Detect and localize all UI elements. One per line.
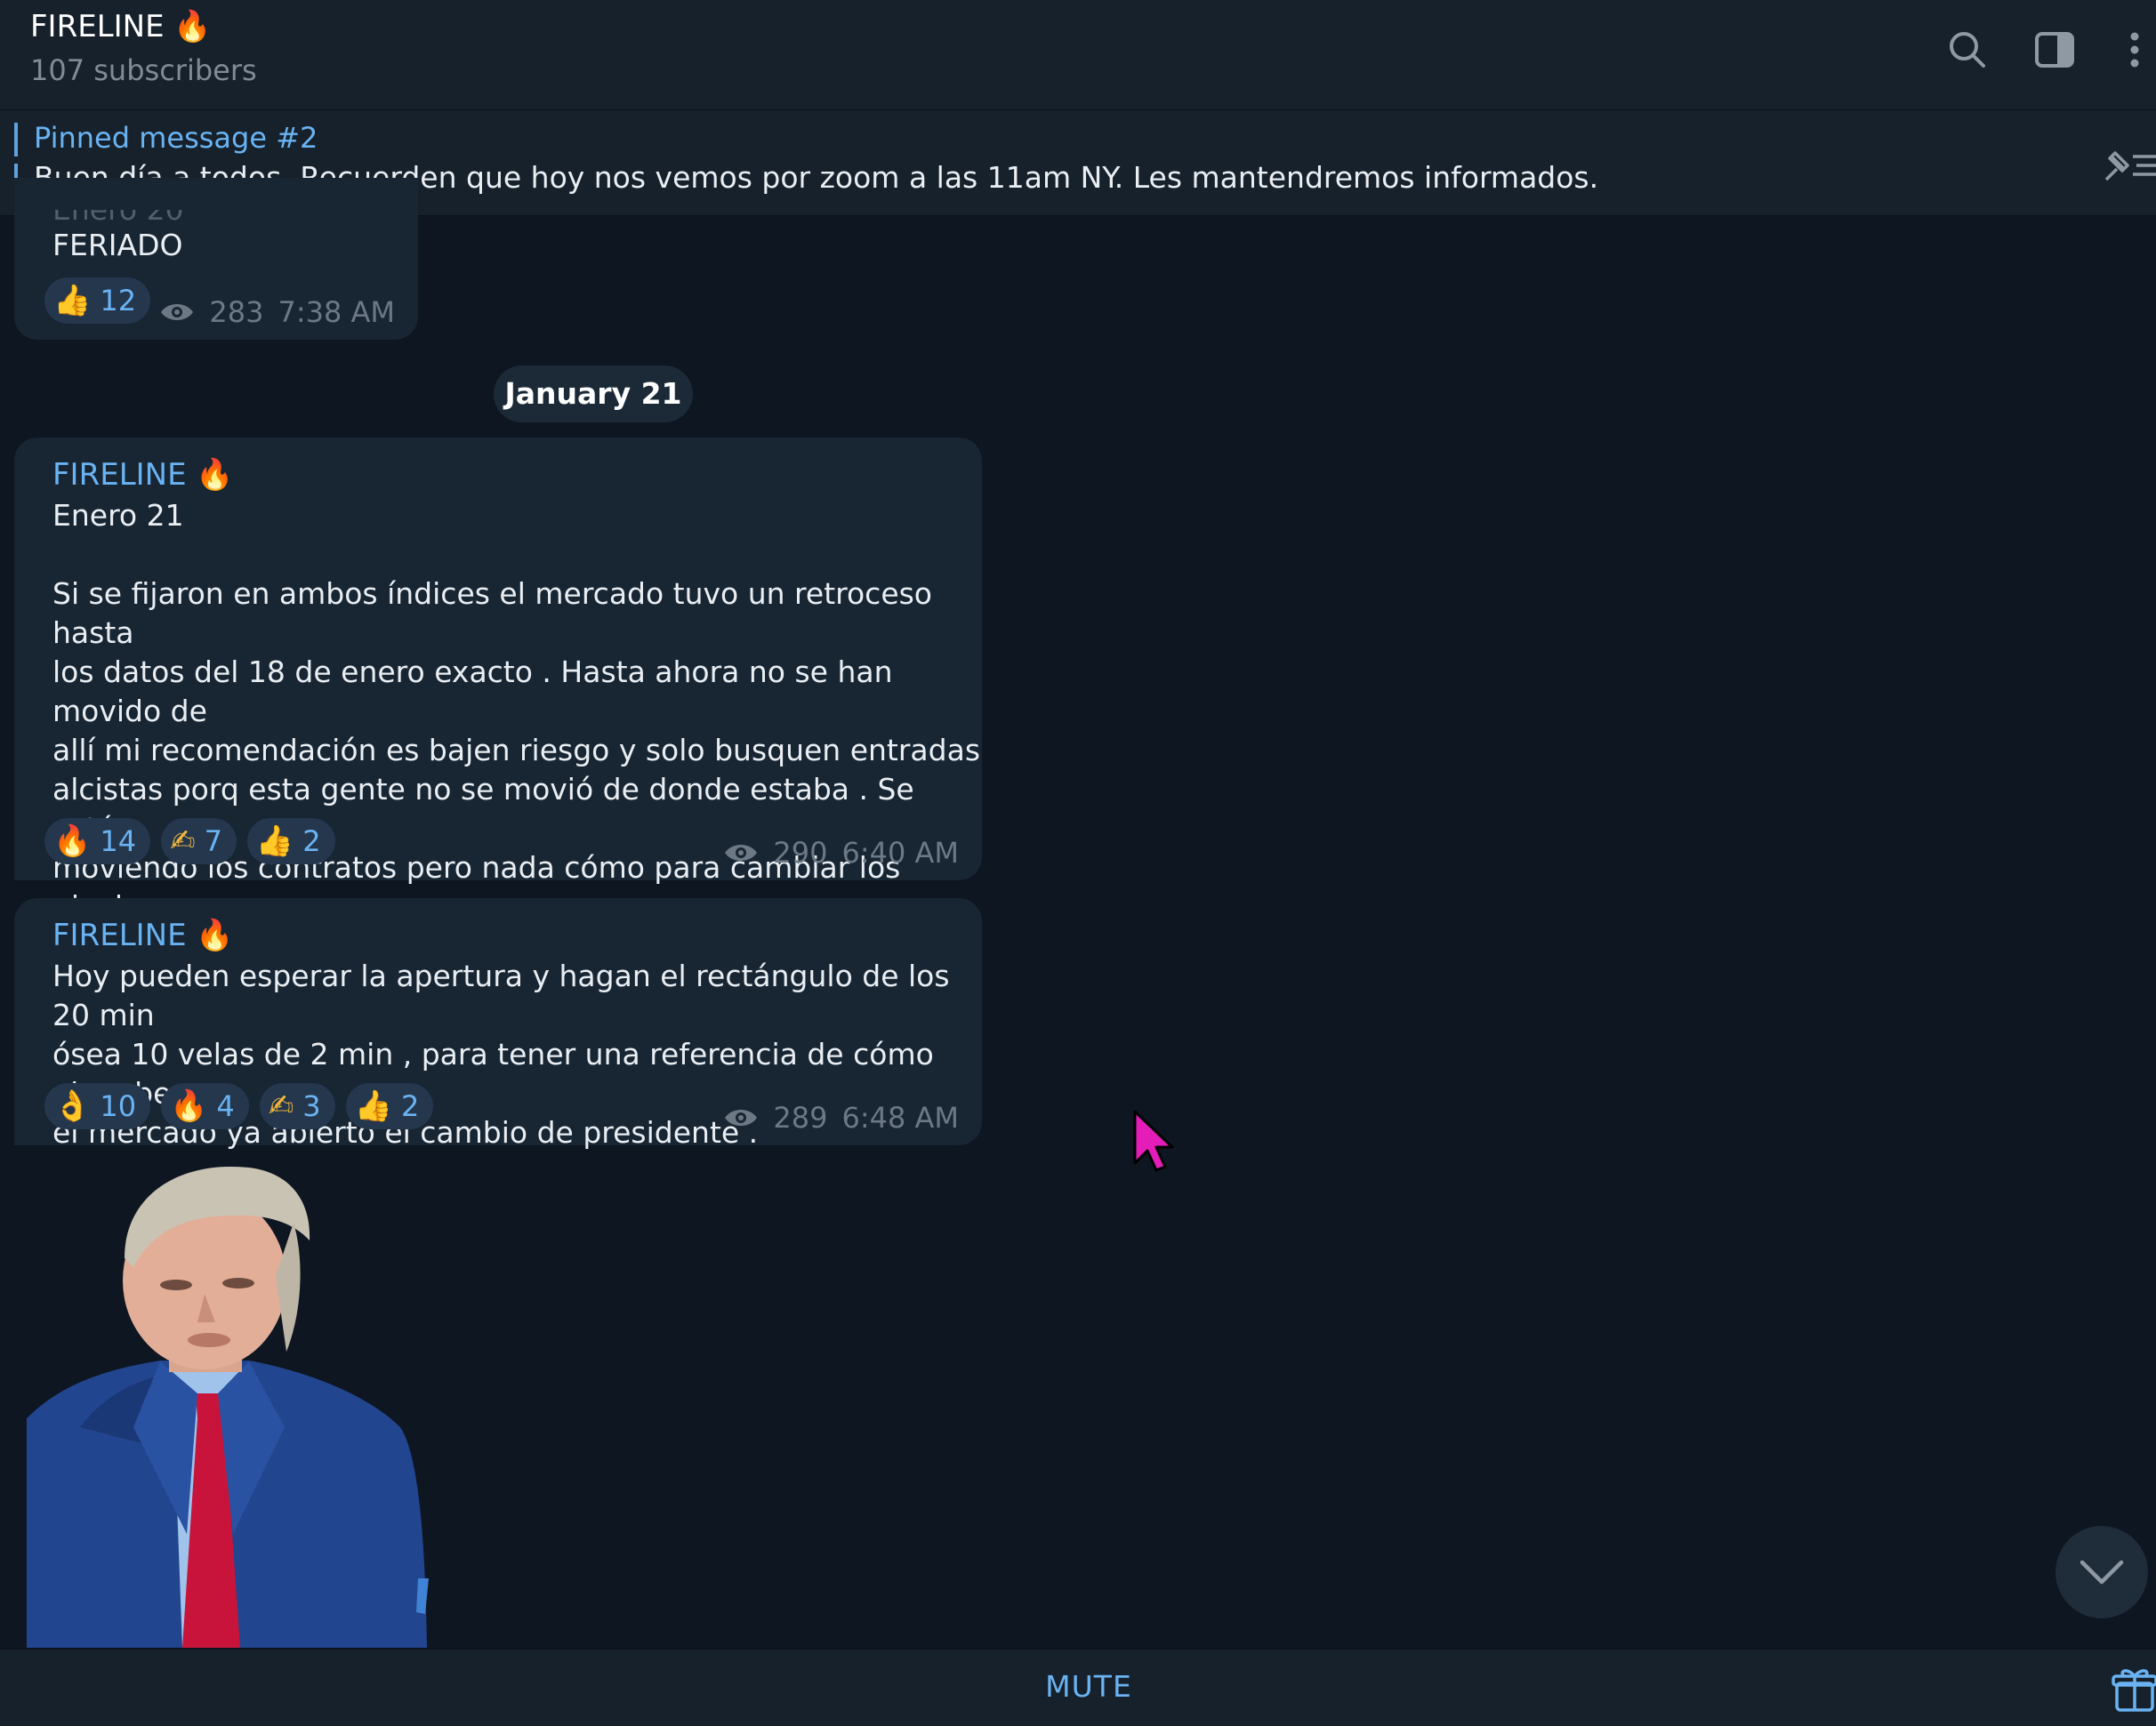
reaction-count: 3 — [302, 1089, 321, 1123]
reaction-thumbs-up[interactable]: 👍 12 — [44, 277, 151, 324]
thumbs-up-icon: 👍 — [354, 1088, 392, 1124]
thumbs-up-icon: 👍 — [255, 823, 294, 859]
view-count: 283 — [209, 295, 264, 329]
pinned-title: Pinned message #2 — [34, 121, 318, 155]
message-sender[interactable]: FIRELINE 🔥 — [52, 457, 234, 493]
message-meta: 283 7:38 AM — [159, 295, 395, 329]
date-separator: January 21 — [494, 365, 693, 422]
reaction-writing-hand[interactable]: ✍ 7 — [161, 818, 237, 864]
chevron-down-icon — [2080, 1560, 2124, 1585]
views-eye-icon — [725, 845, 758, 861]
message-meta: 289 6:48 AM — [723, 1101, 959, 1135]
message-partial-line: Enero 20 — [52, 192, 184, 227]
views-eye-icon — [725, 1110, 758, 1126]
reaction-fire[interactable]: 🔥 4 — [161, 1083, 249, 1129]
message-time: 7:38 AM — [278, 295, 395, 329]
fire-icon: 🔥 — [53, 823, 92, 859]
reactions: 🔥 14 ✍ 7 👍 2 — [44, 818, 335, 864]
reaction-thumbs-up[interactable]: 👍 2 — [246, 818, 335, 864]
message-bubble[interactable]: FIRELINE 🔥 Hoy pueden esperar la apertur… — [14, 898, 982, 1150]
view-count: 289 — [773, 1101, 828, 1135]
message-time: 6:40 AM — [841, 836, 959, 870]
sidebar-toggle-icon[interactable] — [2030, 25, 2080, 75]
reaction-count: 2 — [302, 824, 321, 858]
gift-icon[interactable] — [2112, 1666, 2156, 1712]
reaction-count: 12 — [100, 284, 137, 317]
scroll-to-bottom-button[interactable] — [2055, 1526, 2148, 1618]
reaction-count: 4 — [216, 1089, 235, 1123]
thumbs-up-icon: 👍 — [53, 283, 92, 318]
message-sender[interactable]: FIRELINE 🔥 — [52, 918, 234, 953]
message-text: Enero 21 Si se fijaron en ambos índices … — [52, 498, 981, 963]
view-count: 290 — [773, 836, 828, 870]
reaction-count: 14 — [100, 824, 137, 858]
reaction-thumbs-up[interactable]: 👍 2 — [345, 1083, 434, 1129]
reaction-count: 2 — [400, 1089, 420, 1123]
reaction-writing-hand[interactable]: ✍ 3 — [259, 1083, 335, 1129]
reactions: 👌 10 🔥 4 ✍ 3 👍 2 — [44, 1083, 434, 1129]
bottom-bar: MUTE — [0, 1649, 2156, 1726]
views-eye-icon — [161, 304, 194, 320]
reactions: 👍 12 — [44, 277, 151, 324]
search-icon[interactable] — [1943, 25, 1992, 75]
message-bubble[interactable]: Enero 20 FERIADO 👍 12 283 7:38 AM — [14, 178, 418, 340]
writing-hand-icon: ✍ — [170, 823, 196, 859]
reaction-count: 10 — [100, 1089, 137, 1123]
ok-hand-icon: 👌 — [53, 1088, 92, 1124]
writing-hand-icon: ✍ — [268, 1088, 294, 1124]
reaction-count: 7 — [204, 824, 222, 858]
subscriber-count: 107 subscribers — [30, 53, 257, 87]
more-vertical-icon[interactable] — [2110, 25, 2156, 75]
mouse-cursor-icon — [1133, 1110, 1174, 1172]
channel-title[interactable]: FIRELINE 🔥 — [30, 9, 212, 44]
message-meta: 290 6:40 AM — [723, 836, 959, 870]
pin-list-icon[interactable] — [2097, 140, 2156, 185]
man-in-blue-suit-sticker[interactable] — [27, 1160, 525, 1648]
message-time: 6:48 AM — [841, 1101, 959, 1135]
reaction-fire[interactable]: 🔥 14 — [44, 818, 151, 864]
fire-icon: 🔥 — [170, 1088, 208, 1124]
message-bubble[interactable]: FIRELINE 🔥 Enero 21 Si se fijaron en amb… — [14, 438, 982, 963]
reaction-ok-hand[interactable]: 👌 10 — [44, 1083, 151, 1129]
chat-header: FIRELINE 🔥 107 subscribers — [0, 0, 2156, 110]
mute-button[interactable]: MUTE — [0, 1669, 2156, 1704]
message-text: FERIADO — [52, 228, 183, 262]
